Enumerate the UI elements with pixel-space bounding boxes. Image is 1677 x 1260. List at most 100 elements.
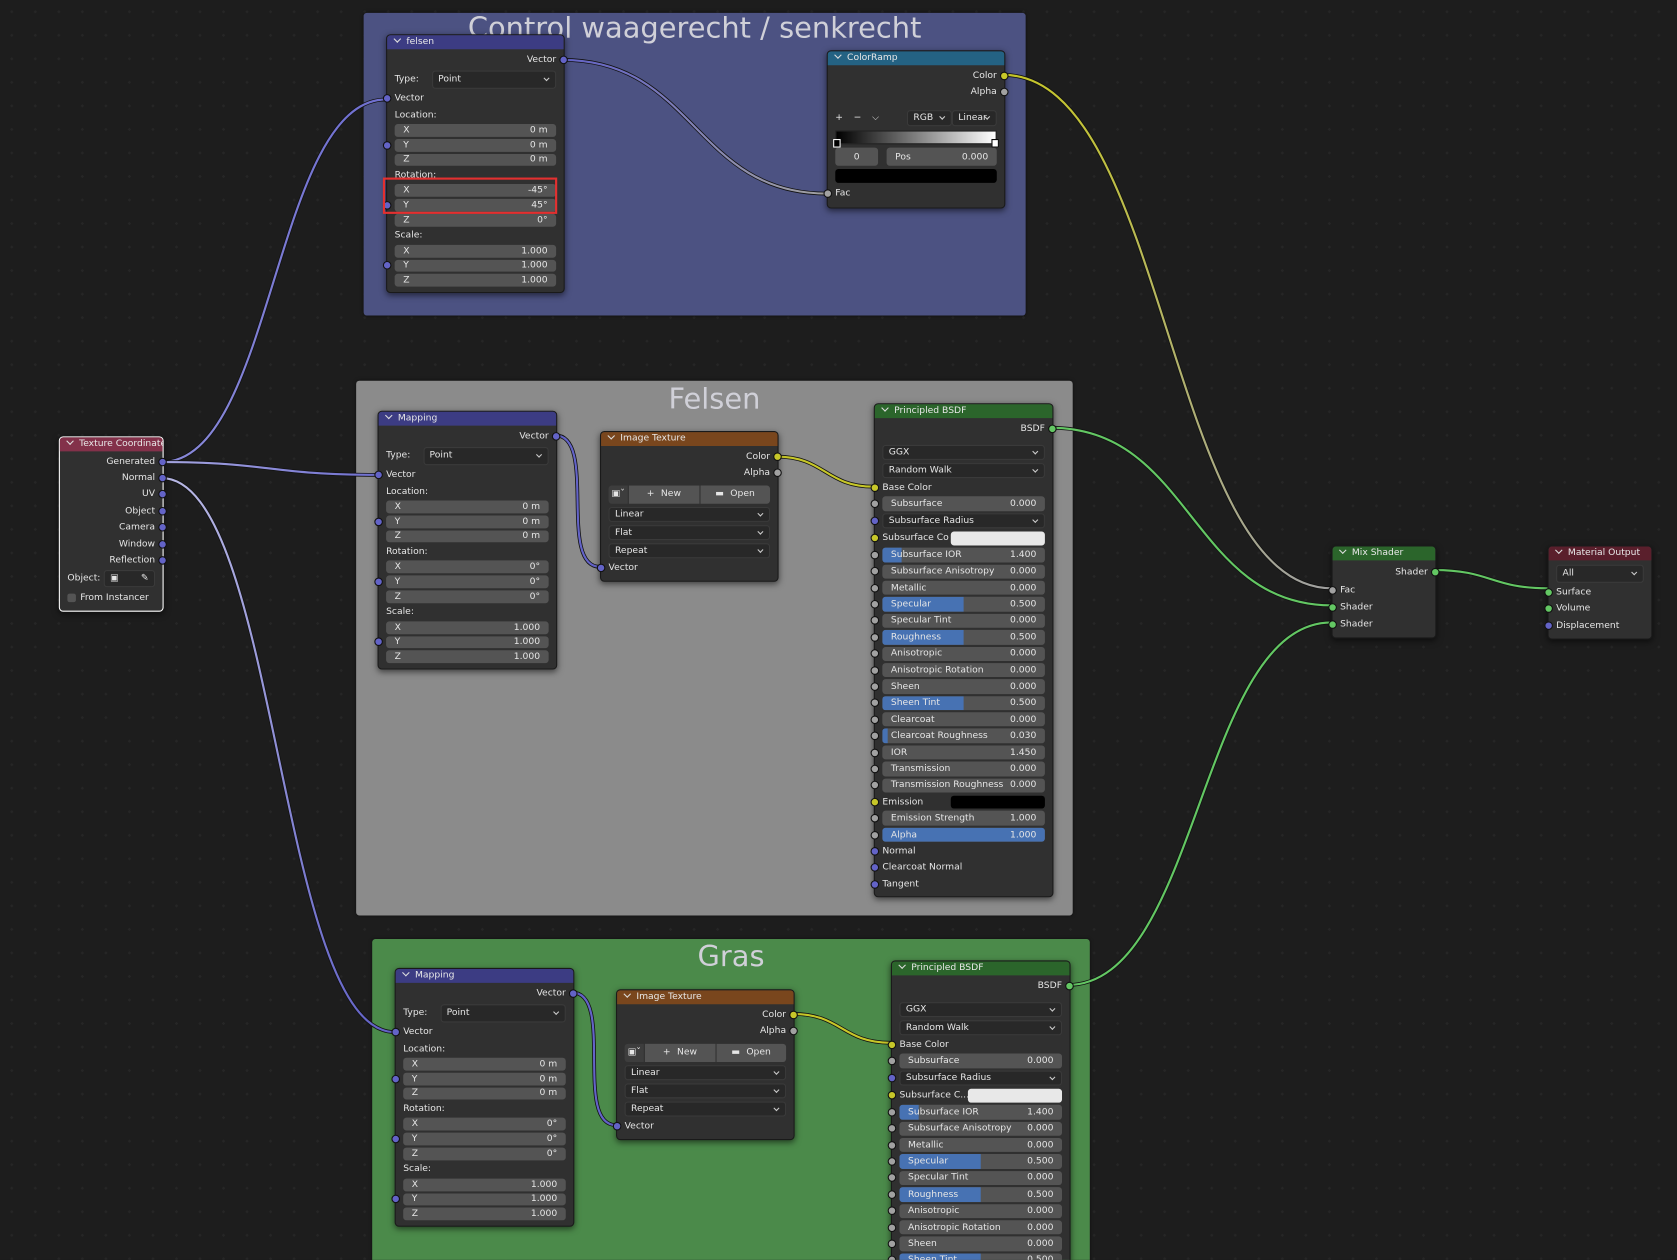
float-socket[interactable]: [887, 1223, 897, 1232]
repeat-dropdown[interactable]: Repeat: [608, 542, 771, 558]
node-matout[interactable]: Material Output All Surface Volume Displacem…: [1544, 545, 1653, 640]
color-socket[interactable]: [870, 534, 880, 543]
float-socket[interactable]: [870, 715, 880, 724]
node-header[interactable]: Image Texture: [601, 432, 778, 446]
float-socket[interactable]: [870, 583, 880, 593]
image-browse-button[interactable]: ▣ˇ: [608, 485, 628, 504]
subsurface-c-color-swatch[interactable]: [967, 1089, 1063, 1103]
float-socket[interactable]: [870, 814, 880, 823]
shader-socket[interactable]: [1328, 620, 1337, 629]
emission-color-swatch[interactable]: [950, 795, 1045, 809]
plus-icon[interactable]: +: [835, 112, 843, 123]
vector-socket[interactable]: [158, 506, 167, 516]
sheen-field[interactable]: Sheen 0.000: [899, 1236, 1063, 1251]
node-header[interactable]: Mix Shader: [1332, 546, 1436, 561]
y-field[interactable]: Y 0 m: [386, 515, 549, 528]
float-socket[interactable]: [1328, 586, 1337, 595]
color-socket[interactable]: [870, 797, 880, 807]
float-socket[interactable]: [870, 616, 880, 626]
vector-socket[interactable]: [391, 1027, 400, 1037]
link-texcoord-generated-to-felsen[interactable]: [161, 98, 387, 464]
float-socket[interactable]: [887, 1107, 897, 1117]
random-walk-dropdown[interactable]: Random Walk: [899, 1019, 1063, 1035]
type-dropdown[interactable]: Point: [423, 446, 549, 465]
node-editor-canvas[interactable]: Control waagerecht / senkrecht Felsen Gr…: [0, 0, 1677, 1260]
vector-socket[interactable]: [391, 1134, 400, 1144]
y-field[interactable]: Y 1.000: [386, 635, 549, 649]
ggx-dropdown[interactable]: GGX: [899, 1001, 1063, 1017]
subsurface-field[interactable]: Subsurface 0.000: [899, 1053, 1063, 1069]
float-socket[interactable]: [870, 567, 880, 576]
roughness-field[interactable]: Roughness 0.500: [882, 630, 1045, 645]
minus-icon[interactable]: −: [854, 112, 862, 123]
anisotropic-field[interactable]: Anisotropic 0.000: [899, 1203, 1063, 1219]
roughness-field[interactable]: Roughness 0.500: [899, 1187, 1063, 1202]
subsurface-anisotropy-field[interactable]: Subsurface Anisotropy 0.000: [899, 1121, 1063, 1136]
z-field[interactable]: Z 0 m: [394, 153, 557, 167]
float-socket[interactable]: [887, 1056, 897, 1066]
vector-socket[interactable]: [382, 94, 392, 103]
linear-dropdown[interactable]: Linear: [624, 1064, 787, 1080]
float-socket[interactable]: [870, 649, 880, 658]
link-bsdf1-to-mix-shader1[interactable]: [1051, 426, 1332, 607]
chevron-down-icon[interactable]: ⌵: [872, 112, 879, 123]
node-felsen-mapping[interactable]: felsen Vector Type: Point Vector Location: X 0 …: [382, 34, 568, 294]
float-socket[interactable]: [870, 830, 880, 840]
open-image-button[interactable]: ▬ Open: [699, 485, 771, 504]
shader-socket[interactable]: [1065, 981, 1074, 991]
vector-socket[interactable]: [887, 1074, 897, 1083]
vector-socket[interactable]: [382, 261, 392, 271]
flat-dropdown[interactable]: Flat: [624, 1082, 787, 1098]
vector-socket[interactable]: [374, 470, 383, 480]
subsurface-radius-dropdown[interactable]: Subsurface Radius: [882, 513, 1045, 529]
color-socket[interactable]: [999, 71, 1009, 80]
vector-socket[interactable]: [382, 140, 392, 150]
vector-socket[interactable]: [870, 516, 880, 526]
float-socket[interactable]: [870, 499, 880, 509]
z-field[interactable]: Z 1.000: [394, 274, 557, 287]
node-header[interactable]: Material Output: [1548, 546, 1652, 561]
float-socket[interactable]: [870, 632, 880, 642]
object-picker[interactable]: ▣ ✎: [103, 570, 156, 588]
z-field[interactable]: Z 1.000: [386, 650, 549, 664]
interpolation-dropdown[interactable]: Linear: [951, 109, 997, 126]
float-socket[interactable]: [999, 87, 1009, 96]
node-header[interactable]: Mapping: [378, 411, 557, 426]
vector-socket[interactable]: [158, 457, 167, 466]
float-socket[interactable]: [870, 764, 880, 774]
repeat-dropdown[interactable]: Repeat: [624, 1101, 787, 1117]
color-socket[interactable]: [789, 1010, 798, 1019]
color-socket[interactable]: [870, 483, 880, 492]
collapse-chevron-icon[interactable]: [402, 968, 410, 977]
z-field[interactable]: Z 0°: [386, 590, 549, 603]
vector-socket[interactable]: [612, 1121, 622, 1131]
float-socket[interactable]: [887, 1157, 897, 1166]
float-socket[interactable]: [887, 1239, 897, 1249]
float-socket[interactable]: [870, 665, 880, 675]
collapse-chevron-icon[interactable]: [834, 51, 842, 59]
node-mapping1[interactable]: Mapping Vector Type: Point Vector Location: X 0…: [374, 410, 561, 670]
x-field[interactable]: X 0°: [403, 1118, 566, 1131]
metallic-field[interactable]: Metallic 0.000: [899, 1137, 1063, 1153]
subsurface-field[interactable]: Subsurface 0.000: [882, 496, 1045, 511]
shader-socket[interactable]: [1430, 567, 1440, 577]
y-field[interactable]: Y 1.000: [403, 1193, 566, 1206]
vector-socket[interactable]: [158, 490, 167, 499]
anisotropic-field[interactable]: Anisotropic 0.000: [882, 646, 1045, 661]
float-socket[interactable]: [870, 550, 880, 560]
vector-socket[interactable]: [870, 846, 880, 856]
float-socket[interactable]: [870, 682, 880, 691]
float-socket[interactable]: [887, 1140, 897, 1150]
collapse-chevron-icon[interactable]: [384, 411, 393, 420]
collapse-chevron-icon[interactable]: [1338, 546, 1347, 555]
shader-socket[interactable]: [1544, 588, 1553, 597]
color-socket[interactable]: [773, 451, 782, 461]
specular-field[interactable]: Specular 0.500: [899, 1154, 1063, 1169]
y-field[interactable]: Y 0°: [403, 1132, 566, 1146]
sheen-field[interactable]: Sheen 0.000: [882, 679, 1045, 694]
vector-socket[interactable]: [568, 989, 578, 998]
color-ramp-gradient[interactable]: [833, 129, 999, 148]
y-field[interactable]: Y 0 m: [403, 1072, 566, 1086]
node-imgtex2[interactable]: Image Texture Color Alpha ▣ˇ + New ▬ Open Linear…: [612, 989, 798, 1141]
link-mix-to-material-surface[interactable]: [1434, 568, 1548, 590]
